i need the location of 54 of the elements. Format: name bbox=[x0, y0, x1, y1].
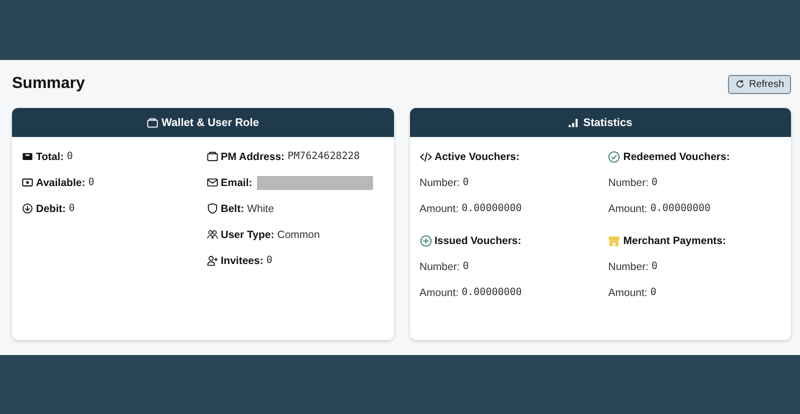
check-circle-icon bbox=[608, 150, 620, 162]
bar-chart-icon bbox=[568, 118, 580, 128]
field-label: PM Address: bbox=[220, 150, 285, 162]
field-value: 0 bbox=[66, 151, 73, 162]
stat-label: Amount: bbox=[608, 286, 648, 298]
stat-value: 0.00000000 bbox=[462, 287, 522, 298]
group-title: Active Vouchers: bbox=[434, 150, 520, 162]
stat-value: 0 bbox=[652, 177, 658, 188]
stat-label: Amount: bbox=[420, 202, 459, 214]
stat-label: Amount: bbox=[608, 202, 648, 214]
inbox-icon bbox=[22, 151, 33, 162]
field-label: Total: bbox=[36, 150, 64, 162]
stat-label: Number: bbox=[420, 176, 460, 188]
field-value: White bbox=[247, 202, 274, 214]
stat-label: Amount: bbox=[420, 286, 459, 298]
wallet-icon bbox=[206, 151, 218, 162]
stat-value: 0 bbox=[650, 287, 656, 298]
field-label: Email: bbox=[220, 176, 252, 188]
field-label: Belt: bbox=[220, 202, 244, 214]
field-value: 0 bbox=[68, 203, 75, 214]
cash-icon bbox=[22, 177, 33, 188]
group-title: Merchant Payments: bbox=[623, 234, 726, 246]
refresh-button[interactable]: Refresh bbox=[728, 74, 791, 94]
stat-value: 0 bbox=[652, 261, 658, 272]
group-title: Redeemed Vouchers: bbox=[623, 150, 730, 162]
field-label: Invitees: bbox=[220, 254, 264, 266]
field-value: 0 bbox=[88, 177, 94, 188]
field-label: Available: bbox=[36, 176, 86, 188]
stat-value: 0 bbox=[462, 261, 469, 272]
people-icon bbox=[206, 229, 218, 240]
download-circle-icon bbox=[22, 203, 33, 214]
field-value: 0 bbox=[266, 255, 272, 266]
envelope-icon bbox=[206, 177, 218, 188]
refresh-icon bbox=[734, 79, 745, 89]
page-title: Summary bbox=[12, 75, 85, 93]
card-title: Wallet & User Role bbox=[162, 116, 259, 128]
stat-value: 0.00000000 bbox=[462, 203, 522, 214]
stat-label: Number: bbox=[608, 260, 649, 272]
code-icon bbox=[420, 150, 432, 162]
field-label: User Type: bbox=[220, 228, 274, 240]
card-title: Statistics bbox=[583, 116, 632, 128]
shield-icon bbox=[206, 203, 218, 214]
shop-icon bbox=[608, 234, 620, 246]
field-value: Common bbox=[277, 228, 320, 240]
person-add-icon bbox=[206, 255, 218, 266]
stat-label: Number: bbox=[420, 260, 460, 272]
field-label: Debit: bbox=[36, 202, 66, 214]
field-value: PM7624628228 bbox=[288, 151, 360, 162]
stat-value: 0 bbox=[462, 177, 469, 188]
plus-circle-icon bbox=[420, 234, 432, 246]
stat-value: 0.00000000 bbox=[650, 203, 711, 214]
group-title: Issued Vouchers: bbox=[434, 234, 522, 246]
stat-label: Number: bbox=[608, 176, 649, 188]
wallet-icon bbox=[146, 118, 158, 128]
